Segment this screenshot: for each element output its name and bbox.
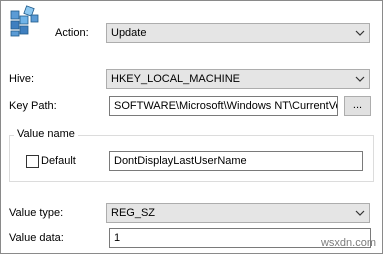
chevron-down-icon xyxy=(355,73,365,85)
key-path-input[interactable]: SOFTWARE\Microsoft\Windows NT\CurrentVer… xyxy=(109,96,338,116)
hive-label: Hive: xyxy=(9,73,35,85)
action-dropdown-value: Update xyxy=(111,27,147,39)
registry-cubes-icon xyxy=(9,5,43,37)
key-path-label: Key Path: xyxy=(9,100,57,112)
value-type-dropdown-value: REG_SZ xyxy=(111,207,156,219)
watermark: wsxdn.com xyxy=(320,237,376,249)
registry-item-properties-panel: Action: Update Hive: HKEY_LOCAL_MACHINE … xyxy=(0,0,383,254)
value-type-label: Value type: xyxy=(9,207,64,219)
default-checkbox-label: Default xyxy=(41,155,76,167)
chevron-down-icon xyxy=(355,27,365,39)
browse-key-button[interactable]: ... xyxy=(344,96,371,116)
value-name-group-title: Value name xyxy=(14,128,78,141)
value-data-label: Value data: xyxy=(9,232,64,244)
default-checkbox[interactable] xyxy=(26,155,39,168)
hive-dropdown[interactable]: HKEY_LOCAL_MACHINE xyxy=(106,69,370,89)
value-name-input[interactable]: DontDisplayLastUserName xyxy=(109,151,363,171)
action-label: Action: xyxy=(55,27,89,39)
hive-dropdown-value: HKEY_LOCAL_MACHINE xyxy=(111,73,240,85)
chevron-down-icon xyxy=(355,207,365,219)
value-type-dropdown[interactable]: REG_SZ xyxy=(106,203,370,223)
action-dropdown[interactable]: Update xyxy=(106,23,370,43)
value-name-value: DontDisplayLastUserName xyxy=(114,155,247,167)
value-data-value: 1 xyxy=(114,232,121,244)
key-path-value: SOFTWARE\Microsoft\Windows NT\CurrentVer… xyxy=(114,100,337,112)
